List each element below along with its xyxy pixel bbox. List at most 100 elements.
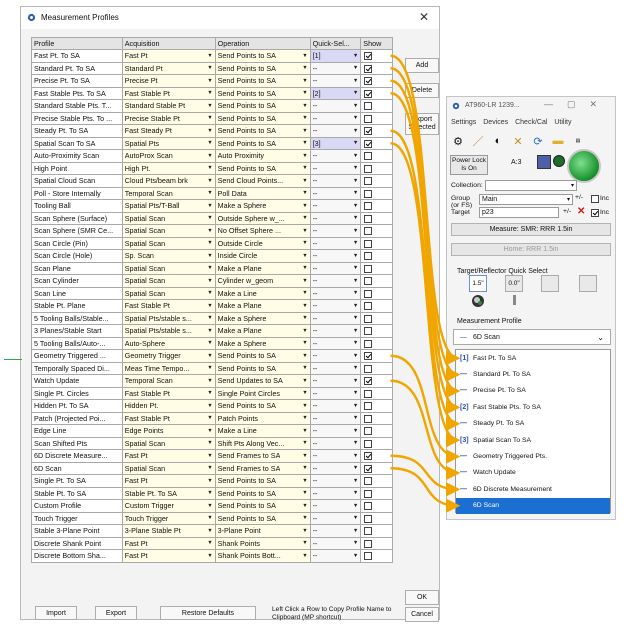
acquisition-cell[interactable]: Precise Pt ▼ <box>121 74 216 88</box>
dropdown-arrow-icon[interactable]: ▼ <box>353 465 358 471</box>
refresh-icon[interactable]: ⟳ <box>531 134 545 148</box>
quick-select-cell[interactable]: -- ▼ <box>309 161 362 175</box>
clear-icon[interactable]: ✕ <box>577 206 585 217</box>
acquisition-cell[interactable]: Fast Stable Pt ▼ <box>121 299 216 313</box>
acquisition-cell[interactable]: Spatial Pts/stable s... ▼ <box>121 324 216 338</box>
table-row[interactable]: Standard Stable Pts. T... Standard Stable… <box>31 99 393 113</box>
dropdown-arrow-icon[interactable]: ▼ <box>302 478 307 484</box>
table-row[interactable]: Discrete Bottom Sha... Fast Pt ▼ Shank Poin… <box>31 549 393 563</box>
dropdown-arrow-icon[interactable]: ▼ <box>207 53 212 59</box>
show-cell[interactable] <box>360 474 393 488</box>
dropdown-arrow-icon[interactable]: ▼ <box>302 115 307 121</box>
table-row[interactable]: Scan Circle (Hole) Sp. Scan ▼ Inside Circle… <box>31 249 393 263</box>
dropdown-arrow-icon[interactable]: ▼ <box>207 478 212 484</box>
dropdown-arrow-icon[interactable]: ▼ <box>302 440 307 446</box>
operation-cell[interactable]: Send Frames to SA ▼ <box>214 461 311 475</box>
dropdown-arrow-icon[interactable]: ▼ <box>302 65 307 71</box>
quick-select-cell[interactable]: [3] ▼ <box>309 136 362 150</box>
table-row[interactable]: Stable Pt. Plane Fast Stable Pt ▼ Make a Pl… <box>31 299 393 313</box>
profile-cell[interactable]: Standard Stable Pts. T... <box>31 99 123 113</box>
acquisition-cell[interactable]: Fast Pt ▼ <box>121 536 216 550</box>
dropdown-arrow-icon[interactable]: ▼ <box>353 65 358 71</box>
table-row[interactable]: Stable 3-Plane Point 3-Plane Stable Pt ▼ 3-… <box>31 524 393 538</box>
dropdown-arrow-icon[interactable]: ▼ <box>207 190 212 196</box>
show-checkbox[interactable] <box>364 427 373 436</box>
dropdown-arrow-icon[interactable]: ▼ <box>207 240 212 246</box>
profile-cell[interactable]: Steady Pt. To SA <box>31 124 123 138</box>
mp-list-item[interactable]: — Steady Pt. To SA <box>456 416 610 432</box>
dropdown-arrow-icon[interactable]: ▼ <box>207 365 212 371</box>
dropdown-arrow-icon[interactable]: ▼ <box>302 165 307 171</box>
table-row[interactable]: Precise Pt. To SA Precise Pt ▼ Send Points … <box>31 74 393 88</box>
acquisition-cell[interactable]: Geometry Trigger ▼ <box>121 349 216 363</box>
quick-select-cell[interactable]: -- ▼ <box>309 124 362 138</box>
dropdown-arrow-icon[interactable]: ▼ <box>353 553 358 559</box>
profile-cell[interactable]: Standard Pt. To SA <box>31 61 123 75</box>
header-profile[interactable]: Profile <box>31 37 123 50</box>
show-checkbox[interactable] <box>364 414 373 423</box>
dropdown-arrow-icon[interactable]: ▼ <box>302 253 307 259</box>
acquisition-cell[interactable]: Stable Pt. To SA ▼ <box>121 486 216 500</box>
operation-cell[interactable]: Send Points to SA ▼ <box>214 74 311 88</box>
slider-handle[interactable] <box>513 295 516 305</box>
quick-select-cell[interactable]: -- ▼ <box>309 236 362 250</box>
operation-cell[interactable]: Send Updates to SA ▼ <box>214 374 311 388</box>
operation-cell[interactable]: Send Points to SA ▼ <box>214 61 311 75</box>
dropdown-arrow-icon[interactable]: ▼ <box>302 178 307 184</box>
profile-cell[interactable]: Tooling Ball <box>31 199 123 213</box>
dropdown-arrow-icon[interactable]: ▼ <box>302 78 307 84</box>
show-cell[interactable] <box>360 99 393 113</box>
profile-cell[interactable]: Scan Plane <box>31 261 123 275</box>
dropdown-arrow-icon[interactable]: ▼ <box>353 340 358 346</box>
show-checkbox[interactable] <box>364 552 373 561</box>
dropdown-arrow-icon[interactable]: ▼ <box>302 365 307 371</box>
show-checkbox[interactable] <box>364 164 373 173</box>
table-row[interactable]: Steady Pt. To SA Fast Steady Pt ▼ Send Poin… <box>31 124 393 138</box>
show-checkbox[interactable] <box>364 464 373 473</box>
table-row[interactable]: Poll - Store Internally Temporal Scan ▼ Pol… <box>31 186 393 200</box>
show-checkbox[interactable] <box>364 64 373 73</box>
acquisition-cell[interactable]: Edge Points ▼ <box>121 424 216 438</box>
dropdown-arrow-icon[interactable]: ▼ <box>353 253 358 259</box>
quick-select-cell[interactable]: -- ▼ <box>309 374 362 388</box>
quick-select-cell[interactable]: -- ▼ <box>309 386 362 400</box>
profile-cell[interactable]: 6D Scan <box>31 461 123 475</box>
profile-cell[interactable]: Discrete Bottom Sha... <box>31 549 123 563</box>
dropdown-arrow-icon[interactable]: ▼ <box>207 353 212 359</box>
acquisition-cell[interactable]: Fast Pt ▼ <box>121 49 216 63</box>
header-show[interactable]: Show <box>360 37 393 50</box>
table-row[interactable]: Spatial Scan To SA Spatial Pts ▼ Send Point… <box>31 136 393 150</box>
acquisition-cell[interactable]: Spatial Scan ▼ <box>121 286 216 300</box>
dropdown-arrow-icon[interactable]: ▼ <box>353 415 358 421</box>
dropdown-arrow-icon[interactable]: ▼ <box>353 503 358 509</box>
dropdown-arrow-icon[interactable]: ▼ <box>353 140 358 146</box>
table-row[interactable]: Stable Pt. To SA Stable Pt. To SA ▼ Send Po… <box>31 486 393 500</box>
show-checkbox[interactable] <box>364 152 373 161</box>
dropdown-arrow-icon[interactable]: ▼ <box>207 528 212 534</box>
export-button[interactable]: Export <box>95 606 137 620</box>
show-checkbox[interactable] <box>364 89 373 98</box>
operation-cell[interactable]: Send Points to SA ▼ <box>214 86 311 100</box>
dropdown-arrow-icon[interactable]: ▼ <box>207 65 212 71</box>
dropdown-arrow-icon[interactable]: ▼ <box>302 90 307 96</box>
quick-select-cell[interactable]: -- ▼ <box>309 474 362 488</box>
acquisition-cell[interactable]: Meas Time Tempo... ▼ <box>121 361 216 375</box>
show-cell[interactable] <box>360 261 393 275</box>
profile-cell[interactable]: Scan Sphere (SMR Ce... <box>31 224 123 238</box>
quick-select-cell[interactable]: -- ▼ <box>309 186 362 200</box>
show-cell[interactable] <box>360 386 393 400</box>
show-checkbox[interactable] <box>364 239 373 248</box>
mp-list-item[interactable]: — 6D Discrete Measurement <box>456 481 610 497</box>
acquisition-cell[interactable]: 3-Plane Stable Pt ▼ <box>121 524 216 538</box>
dropdown-arrow-icon[interactable]: ▼ <box>353 403 358 409</box>
acquisition-cell[interactable]: Standard Pt ▼ <box>121 61 216 75</box>
dropdown-arrow-icon[interactable]: ▼ <box>302 290 307 296</box>
show-checkbox[interactable] <box>364 202 373 211</box>
dropdown-arrow-icon[interactable]: ▼ <box>302 140 307 146</box>
table-row[interactable]: Touch Trigger Touch Trigger ▼ Send Points t… <box>31 511 393 525</box>
profile-cell[interactable]: Precise Pt. To SA <box>31 74 123 88</box>
delete-button[interactable]: Delete <box>405 83 439 98</box>
profile-cell[interactable]: Scan Line <box>31 286 123 300</box>
show-checkbox[interactable] <box>364 514 373 523</box>
dropdown-arrow-icon[interactable]: ▼ <box>302 228 307 234</box>
